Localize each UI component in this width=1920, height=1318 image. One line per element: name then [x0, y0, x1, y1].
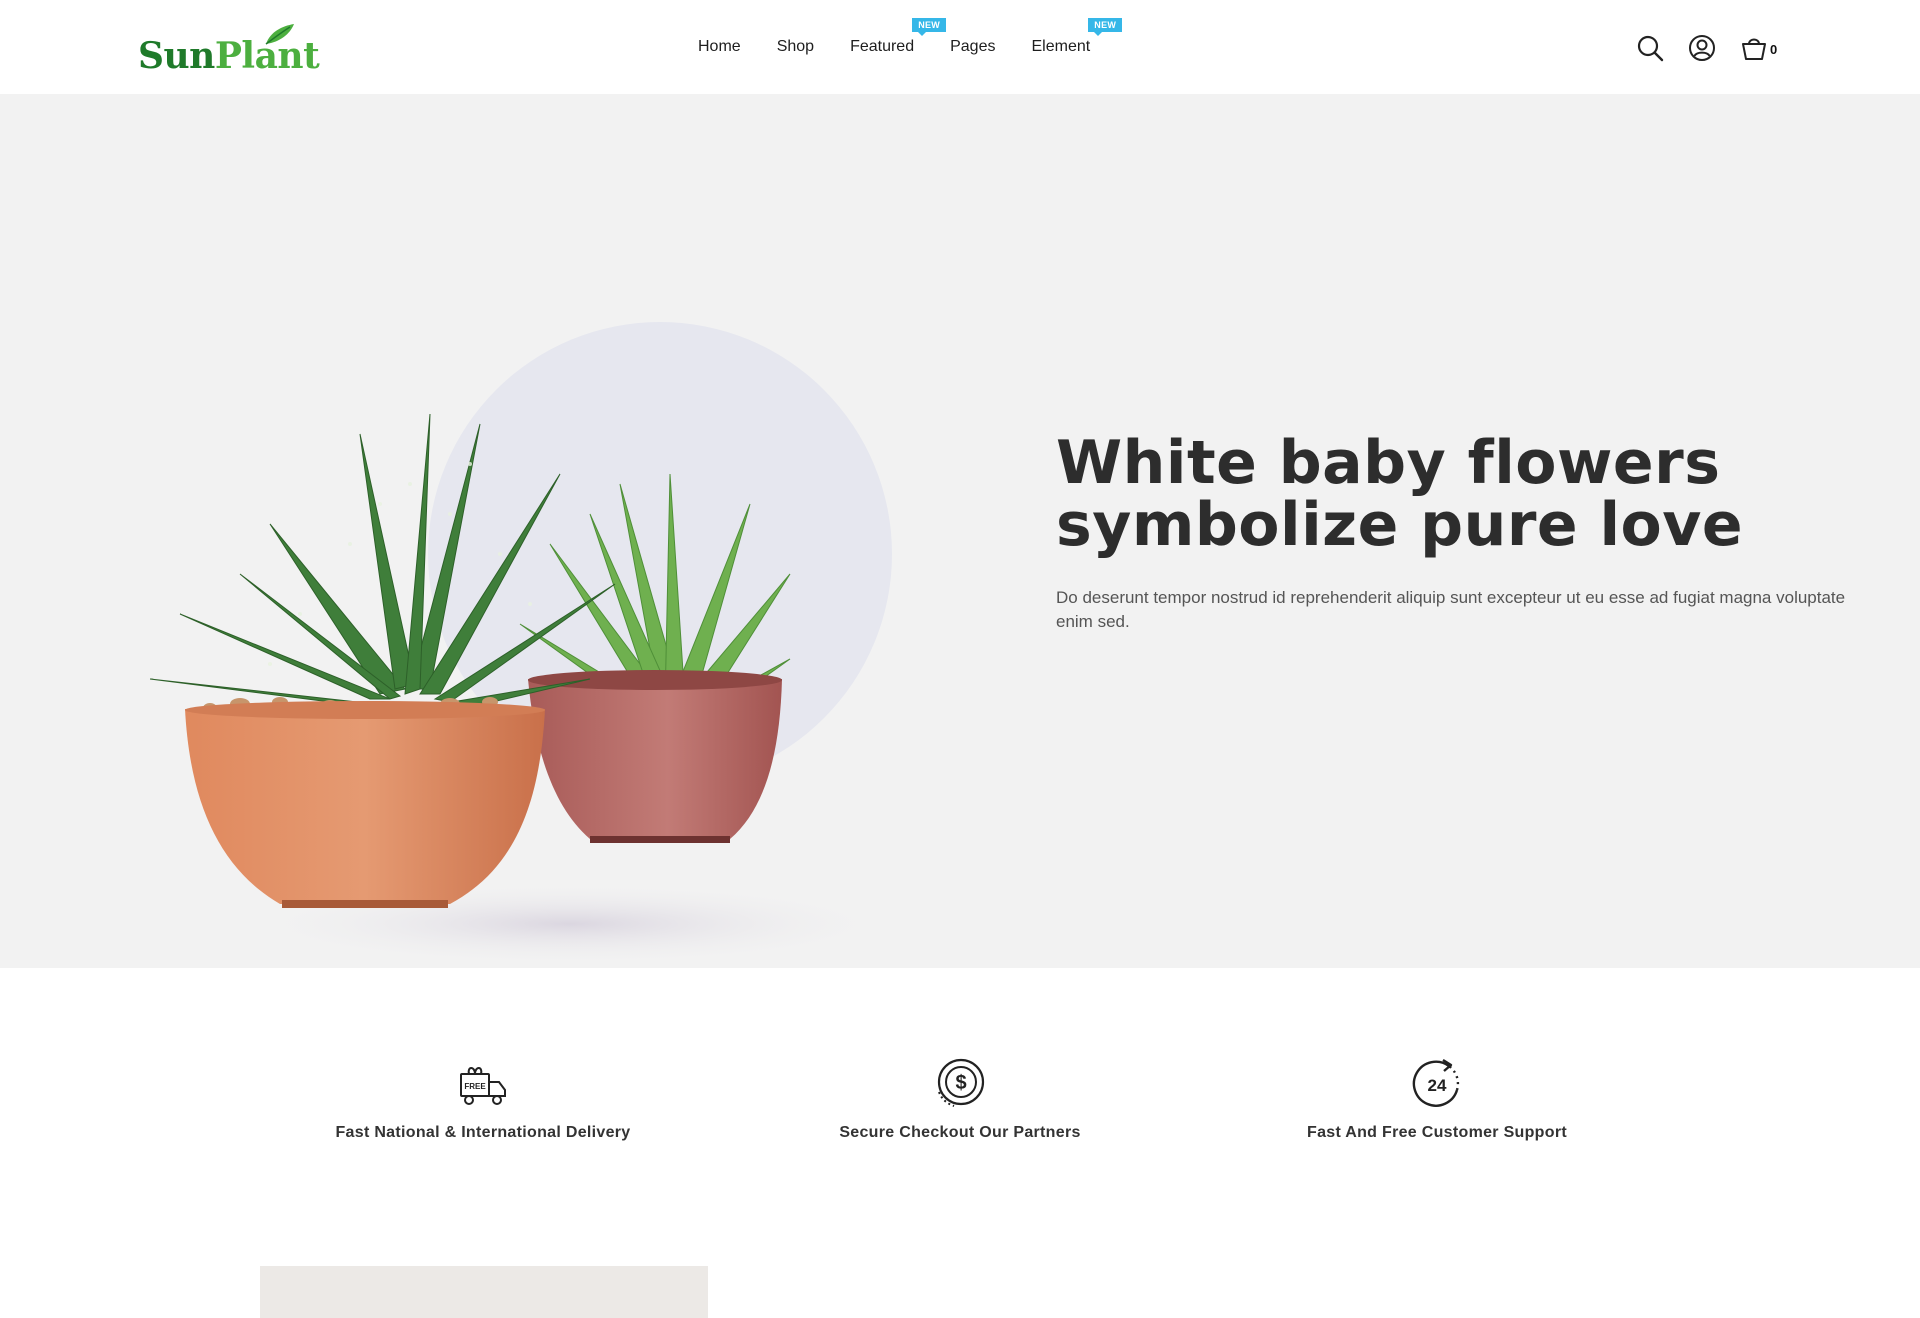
user-account-icon[interactable] — [1688, 34, 1716, 62]
succulent-plants-image — [150, 322, 900, 964]
nav-item-home[interactable]: Home — [680, 34, 759, 60]
nav-item-element[interactable]: Element NEW — [1013, 18, 1123, 60]
nav-item-pages[interactable]: Pages — [932, 34, 1013, 60]
feature-label: Fast National & International Delivery — [335, 1124, 631, 1141]
svg-text:$: $ — [955, 1072, 966, 1094]
24-hour-support-icon: 24 — [1412, 1058, 1460, 1107]
hero-banner: White baby flowers symbolize pure love D… — [0, 94, 1920, 968]
new-badge: NEW — [1088, 18, 1123, 36]
cart-count: 0 — [1770, 41, 1778, 57]
header-actions: 0 — [1636, 34, 1777, 62]
site-logo[interactable]: SunPlant — [138, 24, 320, 74]
features-row: FREE Fast National & International Deliv… — [0, 968, 1920, 1268]
product-image-partial — [260, 1266, 708, 1318]
search-icon[interactable] — [1636, 34, 1664, 62]
svg-text:FREE: FREE — [464, 1082, 486, 1091]
nav-item-shop[interactable]: Shop — [759, 34, 832, 60]
site-header: SunPlant Home Shop Featured NEW Pages Ele… — [0, 0, 1920, 94]
cart-button[interactable]: 0 — [1740, 34, 1777, 62]
feature-secure-checkout: $ Secure Checkout Our Partners — [750, 1054, 1170, 1142]
free-delivery-truck-icon: FREE — [460, 1067, 506, 1105]
shopping-basket-icon — [1742, 38, 1766, 60]
feature-label: Fast And Free Customer Support — [1307, 1124, 1567, 1141]
svg-text:24: 24 — [1428, 1076, 1447, 1095]
main-nav: Home Shop Featured NEW Pages Element NEW — [680, 18, 1123, 60]
new-badge: NEW — [912, 18, 947, 36]
feature-label: Secure Checkout Our Partners — [839, 1124, 1081, 1141]
hero-description: Do deserunt tempor nostrud id reprehende… — [1056, 588, 1846, 631]
hero-title: White baby flowers symbolize pure love — [1056, 428, 1744, 560]
leaf-icon — [265, 24, 294, 45]
secure-payment-icon: $ — [937, 1058, 985, 1107]
feature-delivery: FREE Fast National & International Deliv… — [273, 1054, 693, 1142]
nav-item-featured[interactable]: Featured NEW — [832, 18, 947, 60]
feature-support: 24 Fast And Free Customer Support — [1227, 1054, 1647, 1142]
